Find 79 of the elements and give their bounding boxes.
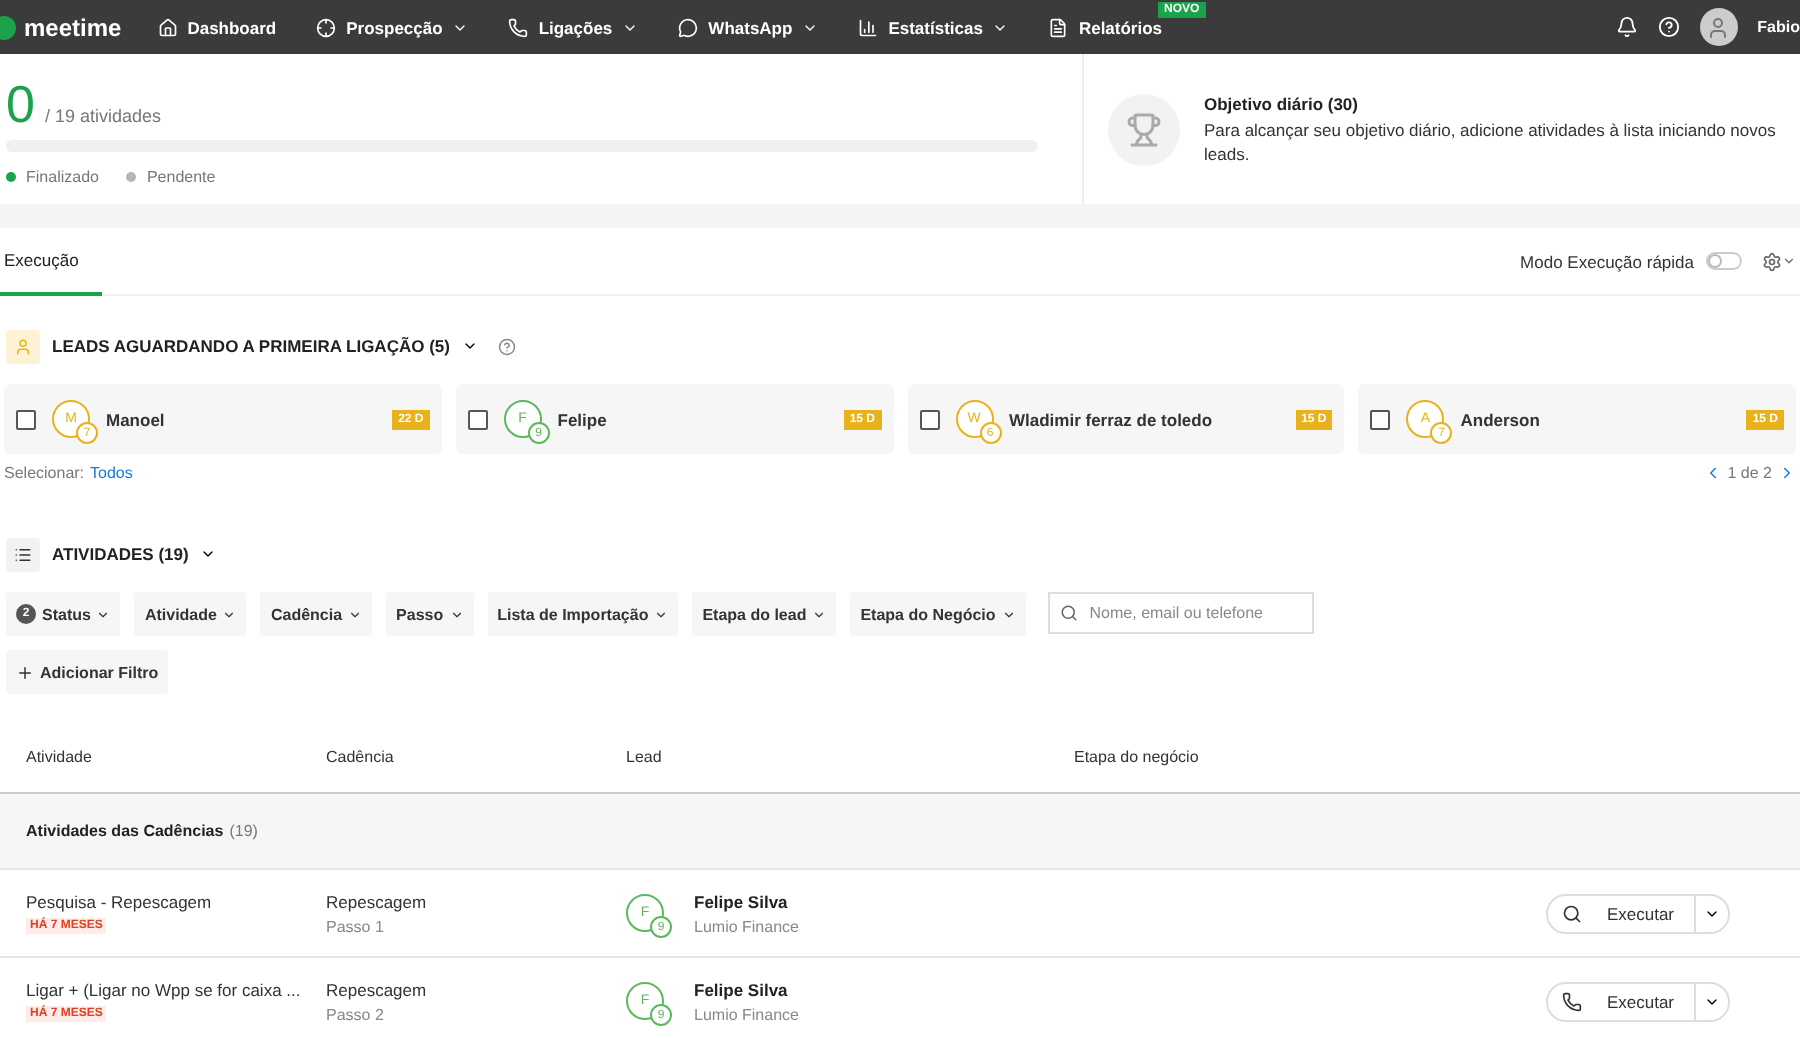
nav-link[interactable]: Prospecção [316, 17, 469, 37]
quick-mode-label: Modo Execução rápida [1520, 251, 1694, 271]
next-icon[interactable] [1778, 464, 1796, 482]
lead-name: Felipe [557, 409, 607, 429]
cadence-name: Repescagem [326, 891, 429, 911]
checkbox[interactable] [16, 409, 36, 429]
activities-total: / 19 atividades [44, 106, 162, 126]
tab[interactable]: Execução [0, 228, 103, 295]
filter-dropdown[interactable]: Lista de Importação [487, 592, 679, 636]
search-field[interactable]: Nome, email ou telefone [1047, 592, 1314, 634]
section-title: LEADS AGUARDANDO A PRIMEIRA LIGAÇÃO (5) [52, 336, 450, 356]
caret-icon [222, 607, 237, 621]
lead-icon [6, 329, 40, 363]
company-name: Lumio Finance [694, 917, 799, 935]
legend-label: Pendente [146, 168, 216, 186]
activity-name: Pesquisa - Repescagem [26, 892, 214, 912]
lead-name[interactable]: Felipe Silva [694, 979, 799, 999]
nav-link[interactable]: Ligações [508, 17, 639, 37]
select-label: Selecionar: [4, 464, 85, 482]
house-icon [157, 17, 178, 37]
column-header: Lead [626, 748, 664, 766]
caret-icon [348, 607, 363, 621]
search-icon [1059, 604, 1078, 622]
chat-bubble-icon [678, 17, 699, 37]
activity-name: Ligar + (Ligar no Wpp se for caixa ... [26, 980, 303, 1000]
filter-dropdown[interactable]: Passo [386, 592, 474, 636]
user-name[interactable]: Fabio [1757, 18, 1800, 36]
filter-dropdown[interactable]: Etapa do lead [692, 592, 837, 636]
add-filter-button[interactable]: Adicionar Filtro [6, 650, 169, 694]
filter-dropdown[interactable]: Cadência [260, 592, 373, 636]
caret-icon [1001, 607, 1016, 621]
nav-link[interactable]: WhatsApp [678, 17, 819, 37]
bar-chart-icon [858, 17, 879, 37]
lead-name[interactable]: Felipe Silva [694, 891, 799, 911]
phone-icon [1562, 991, 1583, 1011]
quick-mode-switch[interactable] [1706, 252, 1742, 270]
phone-icon [508, 17, 529, 37]
document-icon [1048, 17, 1069, 37]
caret-icon [654, 607, 669, 621]
brand-logo[interactable]: meetime [0, 13, 122, 41]
user-avatar[interactable] [1699, 8, 1738, 46]
plus-icon [16, 663, 34, 681]
trophy-icon [1108, 94, 1180, 166]
legend-label: Finalizado [26, 168, 99, 186]
step-label: Passo 2 [326, 1005, 386, 1023]
search-icon [1562, 903, 1583, 923]
column-header: Etapa do negócio [1074, 748, 1201, 766]
lead-name: Wladimir ferraz de toledo [1009, 409, 1213, 429]
company-name: Lumio Finance [694, 1005, 799, 1023]
notification-icon[interactable] [1615, 16, 1638, 38]
lead-name: Anderson [1460, 409, 1540, 429]
caret-icon [812, 607, 827, 621]
nav-link[interactable]: Dashboard [157, 17, 277, 37]
cadence-name: Repescagem [326, 979, 429, 999]
lead-name: Manoel [106, 409, 165, 429]
page-indicator: 1 de 2 [1727, 464, 1772, 482]
list-icon [6, 537, 40, 571]
step-label: Passo 1 [326, 917, 386, 935]
nav-link[interactable]: Relatórios [1048, 17, 1163, 37]
caret-icon[interactable] [200, 546, 217, 562]
caret-icon[interactable] [461, 338, 478, 354]
filter-dropdown[interactable]: Etapa do Negócio [850, 592, 1026, 636]
checkbox[interactable] [1370, 409, 1391, 429]
crosshair-icon [316, 17, 337, 37]
goal-title: Objetivo diário (30) [1204, 94, 1360, 114]
group-header: Atividades das Cadências (19) [0, 794, 1800, 870]
done-count: 0 [6, 74, 35, 134]
nav-link[interactable]: Estatísticas [858, 17, 1009, 37]
caret-icon [449, 607, 464, 621]
checkbox[interactable] [919, 409, 939, 429]
caret-icon [96, 607, 111, 621]
filter-dropdown[interactable]: Atividade [134, 592, 247, 636]
section-title: ATIVIDADES (19) [52, 544, 189, 564]
goal-text: Para alcançar seu objetivo diário, adicione atividades à lista iniciando novos leads. [1204, 120, 1778, 168]
checkbox[interactable] [467, 409, 488, 429]
select-all-link[interactable]: Todos [90, 464, 133, 482]
column-header: Atividade [26, 748, 94, 766]
column-header: Cadência [326, 748, 396, 766]
settings-icon[interactable] [1762, 251, 1782, 271]
